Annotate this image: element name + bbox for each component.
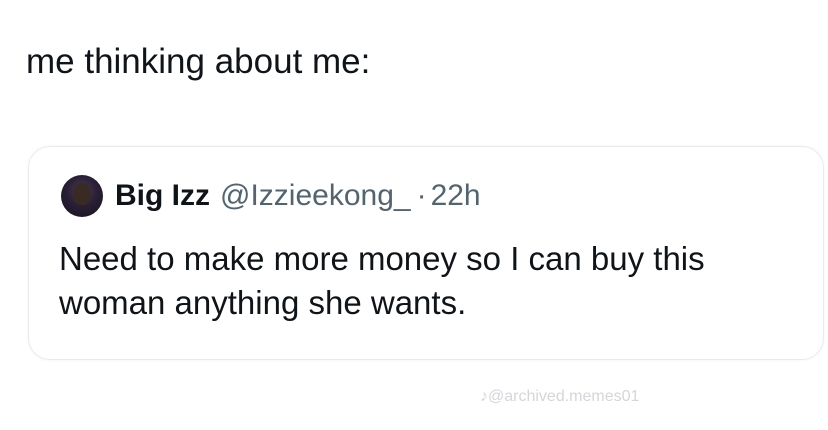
post-text: me thinking about me: [26,42,371,81]
user-handle[interactable]: @Izzieekong_ [220,179,411,213]
timestamp[interactable]: 22h [431,179,481,213]
quoted-tweet-header: Big Izz @Izzieekong_ · 22h [61,175,481,217]
quoted-tweet-text: Need to make more money so I can buy thi… [59,240,705,321]
display-name[interactable]: Big Izz [115,179,210,213]
quoted-tweet-card[interactable]: Big Izz @Izzieekong_ · 22h Need to make … [28,146,824,360]
separator-dot: · [416,179,427,212]
avatar[interactable] [61,175,103,217]
watermark: ♪@archived.memes01 [480,388,640,405]
